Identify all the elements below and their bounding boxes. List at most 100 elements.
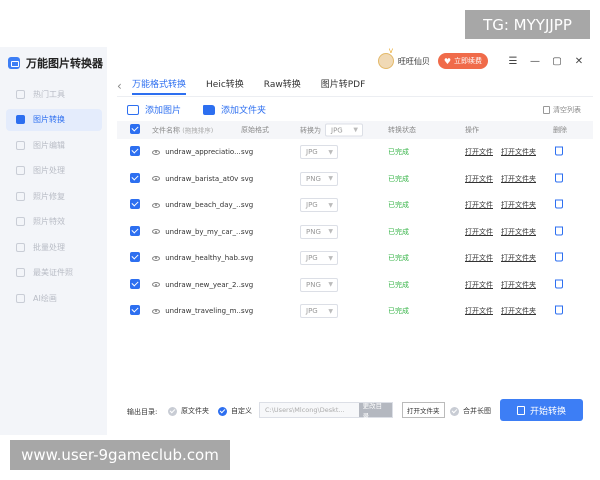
minimize-button[interactable]: —	[524, 56, 546, 67]
open-file-link[interactable]: 打开文件	[465, 147, 493, 157]
sidebar-item-3[interactable]: 图片处理	[6, 160, 102, 182]
add-image-label: 添加图片	[145, 106, 182, 116]
site-watermark: www.user-9gameclub.com	[10, 440, 230, 470]
merge-long-image-toggle[interactable]: 合并长图	[450, 406, 491, 416]
delete-icon[interactable]	[555, 173, 563, 183]
sidebar-item-icon	[16, 217, 25, 226]
menu-icon[interactable]: ☰	[502, 56, 524, 67]
sidebar-item-6[interactable]: 批量处理	[6, 236, 102, 258]
target-format-select[interactable]: JPG ▼	[300, 251, 338, 266]
target-format-select[interactable]: JPG ▼	[300, 198, 338, 213]
user-name[interactable]: 旺旺仙贝	[398, 56, 430, 67]
delete-icon[interactable]	[555, 252, 563, 262]
sidebar-item-icon	[16, 89, 25, 99]
change-dir-button[interactable]: 更改目录	[358, 402, 392, 420]
eye-icon[interactable]	[152, 149, 160, 155]
file-name: undraw_traveling_m...	[165, 307, 244, 316]
eye-icon[interactable]	[152, 229, 160, 235]
clear-list-button[interactable]: 清空列表	[543, 105, 581, 115]
row-checkbox[interactable]	[130, 146, 140, 157]
convert-all-select[interactable]: JPG ▼	[325, 123, 363, 137]
heart-icon: ♥	[443, 56, 451, 66]
delete-icon[interactable]	[555, 146, 563, 156]
tab-2[interactable]: Raw转换	[264, 77, 301, 95]
file-name: undraw_appreciatio...	[165, 148, 241, 157]
open-file-link[interactable]: 打开文件	[465, 174, 493, 184]
add-folder-button[interactable]: 添加文件夹	[203, 103, 266, 116]
select-all-checkbox[interactable]	[130, 124, 140, 134]
target-format-select[interactable]: JPG ▼	[300, 304, 338, 319]
tab-1[interactable]: Heic转换	[206, 77, 244, 95]
open-folder-link[interactable]: 打开文件夹	[501, 306, 536, 316]
renew-vip-button[interactable]: ♥ 立即续费	[437, 53, 488, 69]
delete-icon[interactable]	[555, 305, 563, 315]
table-row: undraw_beach_day_... svg JPG ▼ 已完成 打开文件 …	[117, 192, 593, 219]
tab-bar: 万能格式转换 Heic转换 Raw转换 图片转PDF	[132, 77, 385, 95]
user-chip[interactable]: V 旺旺仙贝	[377, 48, 430, 69]
sidebar-item-icon	[16, 140, 25, 150]
chevron-down-icon: ▼	[328, 148, 333, 156]
open-folder-link[interactable]: 打开文件夹	[501, 200, 536, 210]
sidebar-item-5[interactable]: 照片特效	[6, 211, 102, 233]
sidebar-item-8[interactable]: AI绘画	[6, 287, 102, 309]
original-format: svg	[241, 280, 254, 289]
open-folder-link[interactable]: 打开文件夹	[501, 253, 536, 263]
maximize-button[interactable]: ▢	[546, 56, 568, 67]
chevron-down-icon: ▼	[328, 228, 333, 236]
open-folder-link[interactable]: 打开文件夹	[501, 227, 536, 237]
sidebar-item-4[interactable]: 照片修复	[6, 185, 102, 207]
open-file-link[interactable]: 打开文件	[465, 280, 493, 290]
target-format-value: JPG	[306, 201, 318, 210]
target-format-select[interactable]: JPG ▼	[300, 145, 338, 160]
file-name-cell: undraw_by_my_car_...	[152, 228, 243, 236]
delete-icon[interactable]	[555, 279, 563, 289]
radio-custom-folder[interactable]: 自定义	[218, 406, 252, 416]
add-image-button[interactable]: 添加图片	[127, 103, 181, 116]
output-path-field[interactable]: C:\Users\Mlcong\Deskt... 更改目录	[259, 402, 393, 420]
target-format-select[interactable]: PNG ▼	[300, 171, 338, 186]
open-folder-link[interactable]: 打开文件夹	[501, 280, 536, 290]
delete-icon[interactable]	[555, 226, 563, 236]
tab-0[interactable]: 万能格式转换	[132, 77, 187, 95]
row-checkbox[interactable]	[130, 199, 140, 210]
crown-icon: V	[388, 48, 393, 55]
radio-original-folder[interactable]: 原文件夹	[168, 406, 209, 416]
target-format-select[interactable]: PNG ▼	[300, 224, 338, 239]
open-file-link[interactable]: 打开文件	[465, 306, 493, 316]
delete-icon[interactable]	[555, 199, 563, 209]
table-row: undraw_traveling_m... svg JPG ▼ 已完成 打开文件…	[117, 298, 593, 325]
open-output-folder-button[interactable]: 打开文件夹	[402, 402, 445, 418]
chevron-down-icon: ▼	[328, 281, 333, 289]
eye-icon[interactable]	[152, 255, 160, 261]
open-file-link[interactable]: 打开文件	[465, 200, 493, 210]
sidebar-item-2[interactable]: 图片编辑	[6, 134, 102, 156]
sidebar-item-7[interactable]: 最美证件照	[6, 262, 102, 284]
row-checkbox[interactable]	[130, 172, 140, 183]
radio-on-icon	[218, 406, 227, 416]
open-folder-link[interactable]: 打开文件夹	[501, 147, 536, 157]
avatar[interactable]: V	[377, 48, 394, 69]
table-row: undraw_barista_at0v svg PNG ▼ 已完成 打开文件 打…	[117, 166, 593, 193]
row-checkbox[interactable]	[130, 278, 140, 289]
file-name: undraw_new_year_2...	[165, 280, 244, 289]
eye-icon[interactable]	[152, 282, 160, 288]
start-convert-button[interactable]: 开始转换	[500, 399, 583, 421]
topbar-right: V 旺旺仙贝 ♥ 立即续费 ☰ — ▢ ✕	[377, 48, 590, 69]
eye-icon[interactable]	[152, 202, 160, 208]
eye-icon[interactable]	[152, 308, 160, 314]
tg-watermark: TG: MYYJJPP	[465, 10, 590, 39]
open-folder-link[interactable]: 打开文件夹	[501, 174, 536, 184]
row-checkbox[interactable]	[130, 252, 140, 263]
sidebar-item-0[interactable]: 热门工具	[6, 83, 102, 105]
open-file-link[interactable]: 打开文件	[465, 227, 493, 237]
eye-icon[interactable]	[152, 176, 160, 182]
row-checkbox[interactable]	[130, 225, 140, 236]
row-checkbox[interactable]	[130, 305, 140, 316]
target-format-select[interactable]: PNG ▼	[300, 277, 338, 292]
open-file-link[interactable]: 打开文件	[465, 253, 493, 263]
close-button[interactable]: ✕	[568, 56, 590, 67]
back-arrow-icon[interactable]: ‹	[117, 79, 122, 93]
original-format: svg	[241, 148, 254, 157]
sidebar-item-1[interactable]: 图片转换	[6, 108, 102, 131]
tab-3[interactable]: 图片转PDF	[321, 77, 366, 95]
